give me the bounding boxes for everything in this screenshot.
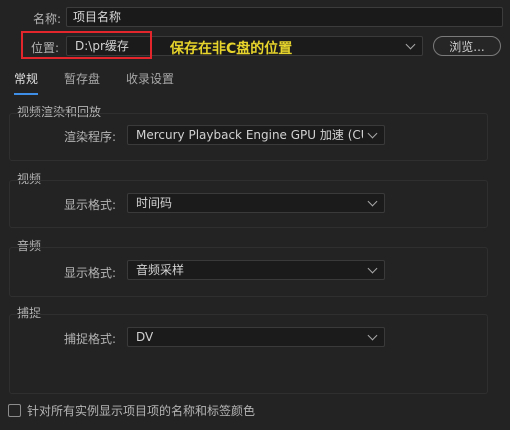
chevron-down-icon [367, 330, 378, 340]
video-display-format-dropdown[interactable]: 时间码 [127, 193, 385, 213]
chevron-down-icon [367, 263, 378, 273]
tab-ingest-settings[interactable]: 收录设置 [126, 70, 174, 95]
capture-group [9, 314, 488, 394]
chevron-down-icon [405, 39, 416, 49]
highlight-box [21, 31, 152, 59]
tab-scratch-disks[interactable]: 暂存盘 [64, 70, 100, 95]
show-label-colors-option[interactable]: 针对所有实例显示项目项的名称和标签颜色 [8, 402, 255, 419]
renderer-label: 渲染程序: [64, 130, 117, 144]
video-display-format-label: 显示格式: [64, 198, 117, 212]
audio-display-format-label: 显示格式: [64, 266, 117, 280]
show-label-colors-checkbox[interactable] [8, 404, 21, 417]
annotation-text: 保存在非C盘的位置 [170, 41, 293, 57]
project-settings-dialog: 名称: 项目名称 位置: D:\pr缓存 浏览... 保存在非C盘的位置 常规 … [0, 0, 510, 430]
audio-display-format-dropdown[interactable]: 音频采样 [127, 260, 385, 280]
renderer-dropdown[interactable]: Mercury Playback Engine GPU 加速 (CUDA) [127, 125, 385, 145]
chevron-down-icon [367, 128, 378, 138]
audio-display-format-value: 音频采样 [136, 263, 185, 277]
video-display-format-value: 时间码 [136, 196, 173, 210]
capture-format-label: 捕捉格式: [64, 332, 117, 346]
capture-format-dropdown[interactable]: DV [127, 327, 385, 347]
browse-button[interactable]: 浏览... [433, 36, 501, 56]
capture-format-value: DV [136, 330, 154, 344]
show-label-colors-label: 针对所有实例显示项目项的名称和标签颜色 [27, 404, 256, 418]
renderer-value: Mercury Playback Engine GPU 加速 (CUDA) [136, 128, 363, 142]
tab-bar: 常规 暂存盘 收录设置 [14, 70, 200, 95]
project-name-value: 项目名称 [73, 10, 122, 24]
chevron-down-icon [367, 196, 378, 206]
project-name-input[interactable]: 项目名称 [66, 7, 503, 27]
name-label: 名称: [33, 12, 62, 26]
tab-general[interactable]: 常规 [14, 70, 39, 95]
